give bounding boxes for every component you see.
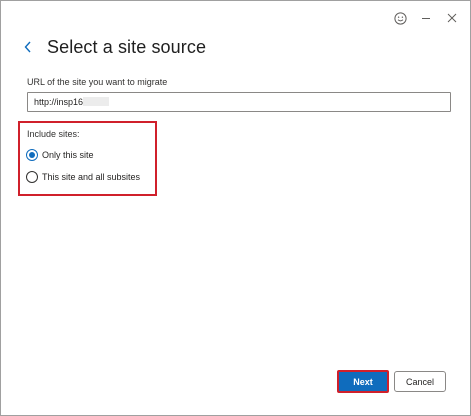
chevron-left-icon <box>24 41 31 53</box>
next-button[interactable]: Next <box>337 370 389 393</box>
radio-label: This site and all subsites <box>42 172 141 182</box>
back-button[interactable] <box>23 36 39 58</box>
radio-only-this-site[interactable]: Only this site <box>26 149 94 161</box>
radio-label: Only this site <box>42 150 94 160</box>
minimize-icon[interactable] <box>418 10 434 26</box>
url-field-label: URL of the site you want to migrate <box>27 77 168 87</box>
radio-site-and-subsites[interactable]: This site and all subsites <box>26 171 140 183</box>
radio-button-selected[interactable] <box>26 149 38 161</box>
migration-dialog: Select a site source URL of the site you… <box>0 0 471 416</box>
close-icon[interactable] <box>444 10 460 26</box>
smiley-feedback-icon[interactable] <box>392 10 408 26</box>
include-sites-label: Include sites: <box>27 129 80 139</box>
redacted-text <box>83 97 109 106</box>
cancel-button[interactable]: Cancel <box>394 371 446 392</box>
radio-button[interactable] <box>26 171 38 183</box>
page-header: Select a site source <box>23 36 206 58</box>
page-title: Select a site source <box>47 36 207 57</box>
window-controls <box>392 10 460 26</box>
